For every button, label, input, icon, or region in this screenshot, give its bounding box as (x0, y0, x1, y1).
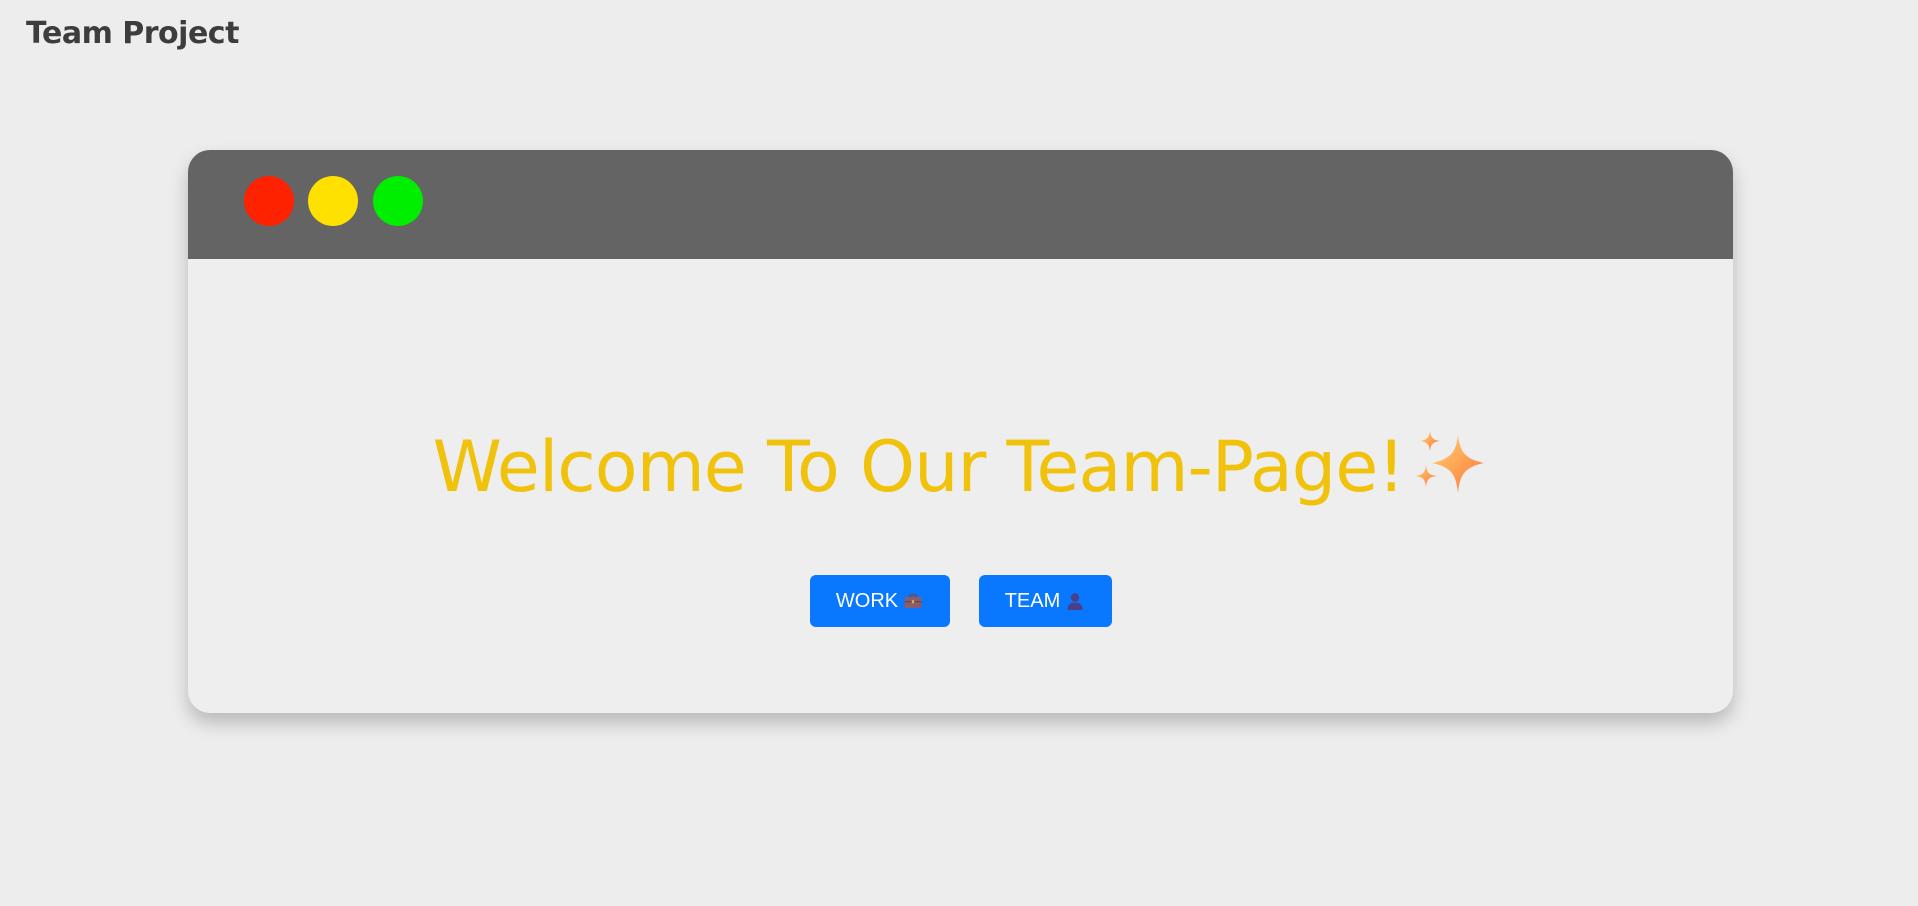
site-title: Team Project (26, 16, 239, 51)
minimize-window-dot[interactable] (308, 176, 358, 226)
team-button[interactable]: TEAM (978, 575, 1112, 627)
window-content: Welcome To Our Team-Page! WORK TEAM (188, 259, 1733, 713)
welcome-heading-text: Welcome To Our Team-Page! (432, 426, 1406, 508)
work-button[interactable]: WORK (809, 575, 950, 627)
window-titlebar (188, 150, 1733, 259)
team-button-label: TEAM (1004, 589, 1061, 612)
browser-window: Welcome To Our Team-Page! WORK TEAM (188, 150, 1733, 713)
person-icon (1065, 591, 1085, 611)
close-window-dot[interactable] (244, 176, 294, 226)
sparkles-icon (1414, 427, 1488, 515)
action-buttons: WORK TEAM (188, 575, 1733, 627)
work-button-label: WORK (835, 589, 899, 612)
briefcase-icon (903, 591, 923, 611)
welcome-heading: Welcome To Our Team-Page! (188, 425, 1733, 515)
maximize-window-dot[interactable] (373, 176, 423, 226)
